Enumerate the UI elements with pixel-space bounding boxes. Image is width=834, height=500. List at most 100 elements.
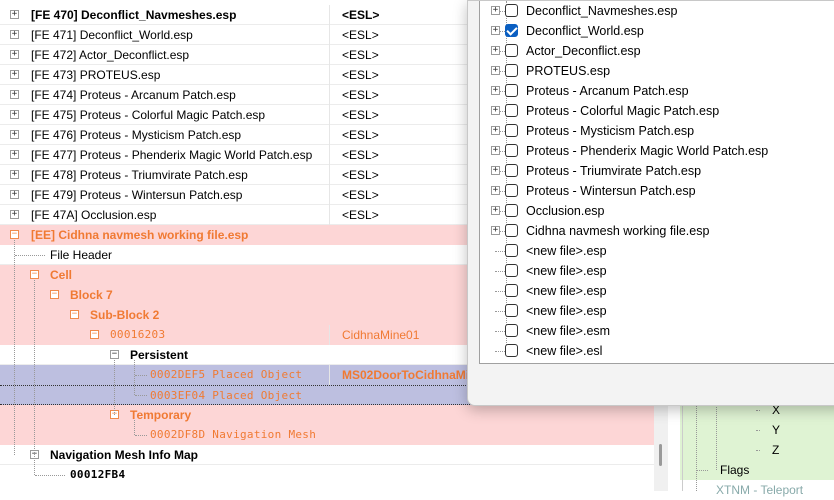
collapse-icon[interactable]: − — [110, 350, 119, 359]
navmap-row[interactable]: − Navigation Mesh Info Map — [0, 445, 654, 465]
checkbox[interactable] — [505, 64, 518, 77]
target-file-list[interactable]: + Deconflict_Navmeshes.esp + Deconflict_Wor… — [479, 1, 834, 364]
checkbox[interactable] — [505, 4, 518, 17]
tree-connector — [114, 360, 115, 415]
temporary-row[interactable]: − Temporary — [0, 405, 654, 425]
cell-record-id: 00016203 — [110, 328, 166, 341]
file-list-item[interactable]: + Proteus - Colorful Magic Patch.esp — [480, 101, 834, 121]
expand-icon[interactable]: + — [491, 166, 500, 175]
record-view-panel[interactable]: X Y Z Flags XTNM - Teleport Marker — [668, 400, 834, 497]
file-list-item[interactable]: + Proteus - Triumvirate Patch.esp — [480, 161, 834, 181]
tree-connector — [716, 400, 717, 470]
expand-icon[interactable]: + — [10, 50, 19, 59]
expand-icon[interactable]: + — [10, 70, 19, 79]
expand-icon[interactable]: + — [10, 210, 19, 219]
file-list-item[interactable]: + Actor_Deconflict.esp — [480, 41, 834, 61]
collapse-icon[interactable]: − — [70, 310, 79, 319]
checkbox-checked[interactable] — [505, 24, 518, 37]
navmesh-label: 0002DF8D Navigation Mesh — [150, 428, 317, 441]
checkbox[interactable] — [505, 324, 518, 337]
file-list-item[interactable]: + PROTEUS.esp — [480, 61, 834, 81]
expand-icon[interactable]: + — [491, 186, 500, 195]
checkbox[interactable] — [505, 44, 518, 57]
checkbox[interactable] — [505, 344, 518, 357]
expand-icon[interactable]: + — [491, 46, 500, 55]
file-list-item[interactable]: + Deconflict_World.esp — [480, 21, 834, 41]
file-list-item[interactable]: <new file>.esp — [480, 241, 834, 261]
expand-icon[interactable]: + — [491, 226, 500, 235]
plugin-name: [FE 479] Proteus - Wintersun Patch.esp — [31, 188, 243, 202]
navmap-record-row[interactable]: 00012FB4 — [0, 465, 654, 485]
expand-icon[interactable]: + — [10, 190, 19, 199]
file-list-item[interactable]: + Cidhna navmesh working file.esp — [480, 221, 834, 241]
checkbox[interactable] — [505, 204, 518, 217]
plugin-flag: <ESL> — [329, 105, 379, 125]
expand-icon[interactable]: + — [491, 26, 500, 35]
plugin-name: [FE 472] Actor_Deconflict.esp — [31, 48, 190, 62]
checkbox[interactable] — [505, 184, 518, 197]
file-list-item[interactable]: <new file>.esp — [480, 261, 834, 281]
checkbox[interactable] — [505, 224, 518, 237]
tree-connector — [134, 420, 135, 435]
checkbox[interactable] — [505, 304, 518, 317]
checkbox[interactable] — [505, 84, 518, 97]
checkbox[interactable] — [505, 264, 518, 277]
expand-icon[interactable]: + — [491, 206, 500, 215]
checkbox[interactable] — [505, 244, 518, 257]
file-list-item[interactable]: + Proteus - Arcanum Patch.esp — [480, 81, 834, 101]
file-label: Actor_Deconflict.esp — [526, 44, 641, 58]
file-list-item[interactable]: + Occlusion.esp — [480, 201, 834, 221]
file-list-item[interactable]: <new file>.esp — [480, 301, 834, 321]
field-xtnm: XTNM - Teleport Marker — [716, 483, 804, 497]
expand-icon[interactable]: + — [10, 110, 19, 119]
file-list-item[interactable]: + Proteus - Phenderix Magic World Patch.e… — [480, 141, 834, 161]
checkbox[interactable] — [505, 104, 518, 117]
tree-connector — [134, 360, 135, 395]
checkbox[interactable] — [505, 284, 518, 297]
expand-icon[interactable]: + — [491, 86, 500, 95]
checkbox[interactable] — [505, 124, 518, 137]
expand-icon[interactable]: + — [491, 126, 500, 135]
collapse-icon[interactable]: − — [90, 330, 99, 339]
expand-icon[interactable]: + — [10, 170, 19, 179]
navmesh-row[interactable]: 0002DF8D Navigation Mesh — [0, 425, 654, 445]
plugin-name: [FE 474] Proteus - Arcanum Patch.esp — [31, 88, 236, 102]
expand-icon[interactable]: + — [10, 130, 19, 139]
expand-icon[interactable]: + — [491, 6, 500, 15]
expand-icon[interactable]: + — [10, 10, 19, 19]
cell-label: Cell — [50, 268, 73, 282]
record-view-row[interactable]: XTNM - Teleport Marker — [680, 480, 834, 500]
expand-icon[interactable]: + — [491, 146, 500, 155]
checkbox[interactable] — [505, 164, 518, 177]
checkbox[interactable] — [505, 144, 518, 157]
working-file-name: [EE] Cidhna navmesh working file.esp — [31, 228, 249, 242]
field-z: Z — [772, 443, 780, 457]
expand-icon[interactable]: + — [491, 106, 500, 115]
file-label: Deconflict_Navmeshes.esp — [526, 4, 678, 18]
expand-icon[interactable]: + — [491, 66, 500, 75]
expand-icon[interactable]: + — [10, 150, 19, 159]
expand-icon[interactable]: + — [10, 90, 19, 99]
plugin-name: [FE 471] Deconflict_World.esp — [31, 28, 193, 42]
file-label: <new file>.esp — [526, 244, 607, 258]
file-list-item[interactable]: <new file>.esm — [480, 321, 834, 341]
copy-as-override-dialog[interactable]: + Deconflict_Navmeshes.esp + Deconflict_Wor… — [467, 0, 834, 406]
plugin-name: [FE 47A] Occlusion.esp — [31, 208, 157, 222]
file-label: Proteus - Colorful Magic Patch.esp — [526, 104, 720, 118]
tree-connector — [15, 255, 45, 256]
collapse-icon[interactable]: − — [10, 230, 19, 239]
file-list-item[interactable]: + Proteus - Wintersun Patch.esp — [480, 181, 834, 201]
plugin-name: [FE 478] Proteus - Triumvirate Patch.esp — [31, 168, 248, 182]
file-list-item[interactable]: + Deconflict_Navmeshes.esp — [480, 1, 834, 21]
placed-object-editor-id: MS02DoorToCidhnaMi — [329, 365, 469, 385]
collapse-icon[interactable]: − — [30, 270, 39, 279]
tree-connector — [495, 251, 505, 252]
file-list-item[interactable]: <new file>.esp — [480, 281, 834, 301]
file-list-item[interactable]: + Proteus - Mysticism Patch.esp — [480, 121, 834, 141]
expand-icon[interactable]: + — [10, 30, 19, 39]
tree-scrollbar[interactable] — [654, 400, 668, 491]
collapse-icon[interactable]: − — [50, 290, 59, 299]
scrollbar-thumb[interactable] — [659, 444, 662, 466]
file-label: <new file>.esp — [526, 264, 607, 278]
file-list-item[interactable]: <new file>.esl — [480, 341, 834, 361]
